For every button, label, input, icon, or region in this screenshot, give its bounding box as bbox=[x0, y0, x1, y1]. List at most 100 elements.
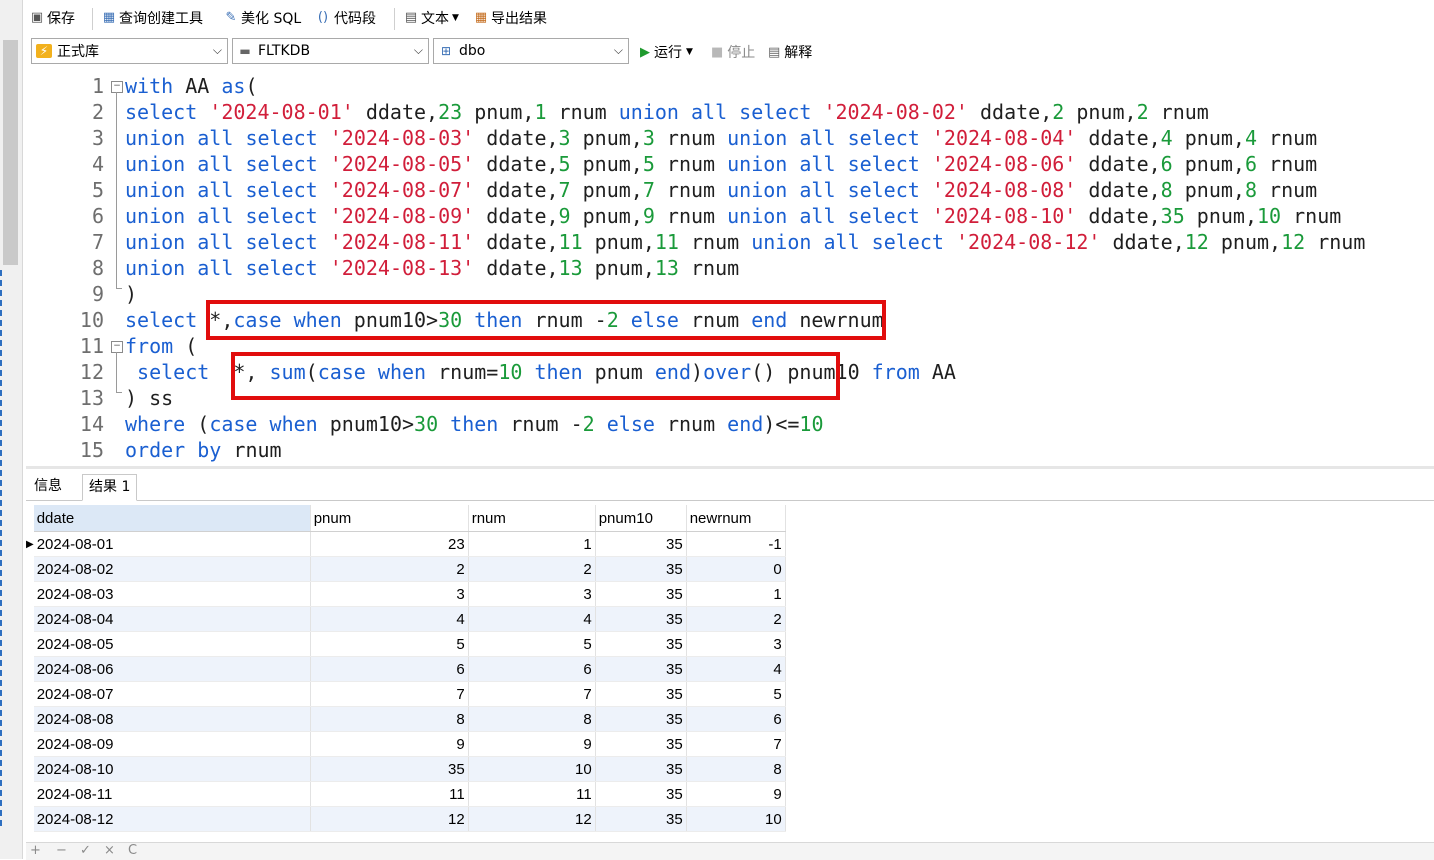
cell-newrnum[interactable]: 6 bbox=[686, 706, 786, 732]
cell-ddate[interactable]: 2024-08-02 bbox=[33, 556, 311, 582]
cell-rnum[interactable]: 4 bbox=[468, 606, 596, 632]
cell-pnum10[interactable]: 35 bbox=[595, 606, 687, 632]
cell-rnum[interactable]: 5 bbox=[468, 631, 596, 657]
cell-newrnum[interactable]: 7 bbox=[686, 731, 786, 757]
cell-rnum[interactable]: 2 bbox=[468, 556, 596, 582]
cell-ddate[interactable]: 2024-08-11 bbox=[33, 781, 311, 807]
code-line[interactable]: order by rnum bbox=[125, 437, 282, 463]
code-line[interactable]: where (case when pnum10>30 then rnum -2 … bbox=[125, 411, 824, 437]
query-builder-button[interactable]: ▦ 查询创建工具 bbox=[102, 8, 203, 28]
cell-pnum[interactable]: 23 bbox=[310, 531, 469, 557]
vertical-scrollbar[interactable] bbox=[3, 40, 18, 265]
beautify-sql-button[interactable]: ✎ 美化 SQL bbox=[224, 8, 302, 28]
tab-info[interactable]: 信息 bbox=[28, 474, 68, 499]
save-button[interactable]: ▣ 保存 bbox=[30, 8, 75, 28]
cell-newrnum[interactable]: 3 bbox=[686, 631, 786, 657]
column-header-newrnum[interactable]: newrnum bbox=[686, 505, 786, 532]
code-line[interactable]: union all select '2024-08-05' ddate,5 pn… bbox=[125, 151, 1317, 177]
stop-button[interactable]: ■ 停止 bbox=[711, 42, 755, 62]
cell-newrnum[interactable]: 8 bbox=[686, 756, 786, 782]
cell-pnum10[interactable]: 35 bbox=[595, 631, 687, 657]
cell-newrnum[interactable]: 2 bbox=[686, 606, 786, 632]
cell-newrnum[interactable]: 4 bbox=[686, 656, 786, 682]
cell-ddate[interactable]: 2024-08-07 bbox=[33, 681, 311, 707]
cell-ddate[interactable]: 2024-08-06 bbox=[33, 656, 311, 682]
cell-pnum10[interactable]: 35 bbox=[595, 756, 687, 782]
table-row[interactable]: ▶ 2024-08-01 23 1 35 -1 bbox=[26, 531, 786, 557]
cell-pnum10[interactable]: 35 bbox=[595, 806, 687, 832]
database-select[interactable]: ▬ FLTKDB ⌵ bbox=[232, 38, 429, 64]
cell-ddate[interactable]: 2024-08-08 bbox=[33, 706, 311, 732]
table-row[interactable]: 2024-08-10 35 10 35 8 bbox=[26, 756, 786, 782]
column-header-rnum[interactable]: rnum bbox=[468, 505, 596, 532]
code-snippet-button[interactable]: () 代码段 bbox=[315, 8, 376, 28]
code-line[interactable]: union all select '2024-08-03' ddate,3 pn… bbox=[125, 125, 1317, 151]
sql-editor[interactable]: 1 2 3 4 5 6 7 8 9 10 11 12 13 14 15 − − … bbox=[26, 72, 1434, 468]
fold-toggle-icon[interactable]: − bbox=[111, 341, 123, 353]
cell-rnum[interactable]: 10 bbox=[468, 756, 596, 782]
cell-rnum[interactable]: 3 bbox=[468, 581, 596, 607]
discard-icon[interactable]: × bbox=[104, 843, 115, 858]
cell-pnum[interactable]: 6 bbox=[310, 656, 469, 682]
code-line[interactable]: with AA as( bbox=[125, 73, 257, 99]
cell-newrnum[interactable]: 0 bbox=[686, 556, 786, 582]
table-row[interactable]: 2024-08-06 6 6 35 4 bbox=[26, 656, 786, 682]
cell-ddate[interactable]: 2024-08-01 bbox=[33, 531, 311, 557]
column-header-pnum[interactable]: pnum bbox=[310, 505, 469, 532]
cell-pnum[interactable]: 5 bbox=[310, 631, 469, 657]
cell-rnum[interactable]: 6 bbox=[468, 656, 596, 682]
cell-ddate[interactable]: 2024-08-03 bbox=[33, 581, 311, 607]
connection-select[interactable]: ⚡ 正式库 ⌵ bbox=[31, 38, 228, 64]
table-row[interactable]: 2024-08-11 11 11 35 9 bbox=[26, 781, 786, 807]
schema-select[interactable]: ⊞ dbo ⌵ bbox=[433, 38, 629, 64]
code-line[interactable]: from ( bbox=[125, 333, 197, 359]
run-button[interactable]: ▶ 运行 ▼ bbox=[640, 42, 693, 62]
add-row-icon[interactable]: + bbox=[30, 843, 41, 858]
cell-pnum[interactable]: 7 bbox=[310, 681, 469, 707]
code-line[interactable]: union all select '2024-08-07' ddate,7 pn… bbox=[125, 177, 1317, 203]
cell-rnum[interactable]: 9 bbox=[468, 731, 596, 757]
cell-rnum[interactable]: 8 bbox=[468, 706, 596, 732]
cell-newrnum[interactable]: 10 bbox=[686, 806, 786, 832]
cell-pnum[interactable]: 4 bbox=[310, 606, 469, 632]
code-line[interactable]: select '2024-08-01' ddate,23 pnum,1 rnum… bbox=[125, 99, 1209, 125]
splitter[interactable] bbox=[26, 466, 1434, 469]
cell-ddate[interactable]: 2024-08-05 bbox=[33, 631, 311, 657]
table-row[interactable]: 2024-08-02 2 2 35 0 bbox=[26, 556, 786, 582]
code-line[interactable]: union all select '2024-08-09' ddate,9 pn… bbox=[125, 203, 1341, 229]
cell-pnum10[interactable]: 35 bbox=[595, 656, 687, 682]
table-row[interactable]: 2024-08-03 3 3 35 1 bbox=[26, 581, 786, 607]
code-line[interactable]: ) bbox=[125, 281, 137, 307]
delete-row-icon[interactable]: − bbox=[56, 843, 67, 858]
cell-pnum10[interactable]: 35 bbox=[595, 731, 687, 757]
cell-pnum[interactable]: 9 bbox=[310, 731, 469, 757]
code-line[interactable]: union all select '2024-08-13' ddate,13 p… bbox=[125, 255, 739, 281]
cell-rnum[interactable]: 11 bbox=[468, 781, 596, 807]
fold-toggle-icon[interactable]: − bbox=[111, 81, 123, 93]
cell-pnum10[interactable]: 35 bbox=[595, 556, 687, 582]
cell-newrnum[interactable]: 1 bbox=[686, 581, 786, 607]
cell-rnum[interactable]: 1 bbox=[468, 531, 596, 557]
cell-pnum10[interactable]: 35 bbox=[595, 781, 687, 807]
cell-ddate[interactable]: 2024-08-09 bbox=[33, 731, 311, 757]
cell-ddate[interactable]: 2024-08-12 bbox=[33, 806, 311, 832]
column-header-ddate[interactable]: ddate bbox=[33, 505, 311, 532]
tab-result-1[interactable]: 结果 1 bbox=[82, 474, 138, 501]
apply-icon[interactable]: ✓ bbox=[80, 843, 91, 858]
text-output-button[interactable]: ▤ 文本 ▼ bbox=[404, 8, 459, 28]
cell-pnum[interactable]: 3 bbox=[310, 581, 469, 607]
table-row[interactable]: 2024-08-07 7 7 35 5 bbox=[26, 681, 786, 707]
table-row[interactable]: 2024-08-04 4 4 35 2 bbox=[26, 606, 786, 632]
cell-newrnum[interactable]: -1 bbox=[686, 531, 786, 557]
cell-rnum[interactable]: 12 bbox=[468, 806, 596, 832]
cell-newrnum[interactable]: 5 bbox=[686, 681, 786, 707]
column-header-pnum10[interactable]: pnum10 bbox=[595, 505, 687, 532]
cell-ddate[interactable]: 2024-08-04 bbox=[33, 606, 311, 632]
cell-newrnum[interactable]: 9 bbox=[686, 781, 786, 807]
cell-pnum[interactable]: 8 bbox=[310, 706, 469, 732]
cell-pnum[interactable]: 11 bbox=[310, 781, 469, 807]
export-results-button[interactable]: ▦ 导出结果 bbox=[474, 8, 547, 28]
explain-button[interactable]: ▤ 解释 bbox=[768, 42, 812, 62]
table-row[interactable]: 2024-08-12 12 12 35 10 bbox=[26, 806, 786, 832]
cell-pnum[interactable]: 2 bbox=[310, 556, 469, 582]
